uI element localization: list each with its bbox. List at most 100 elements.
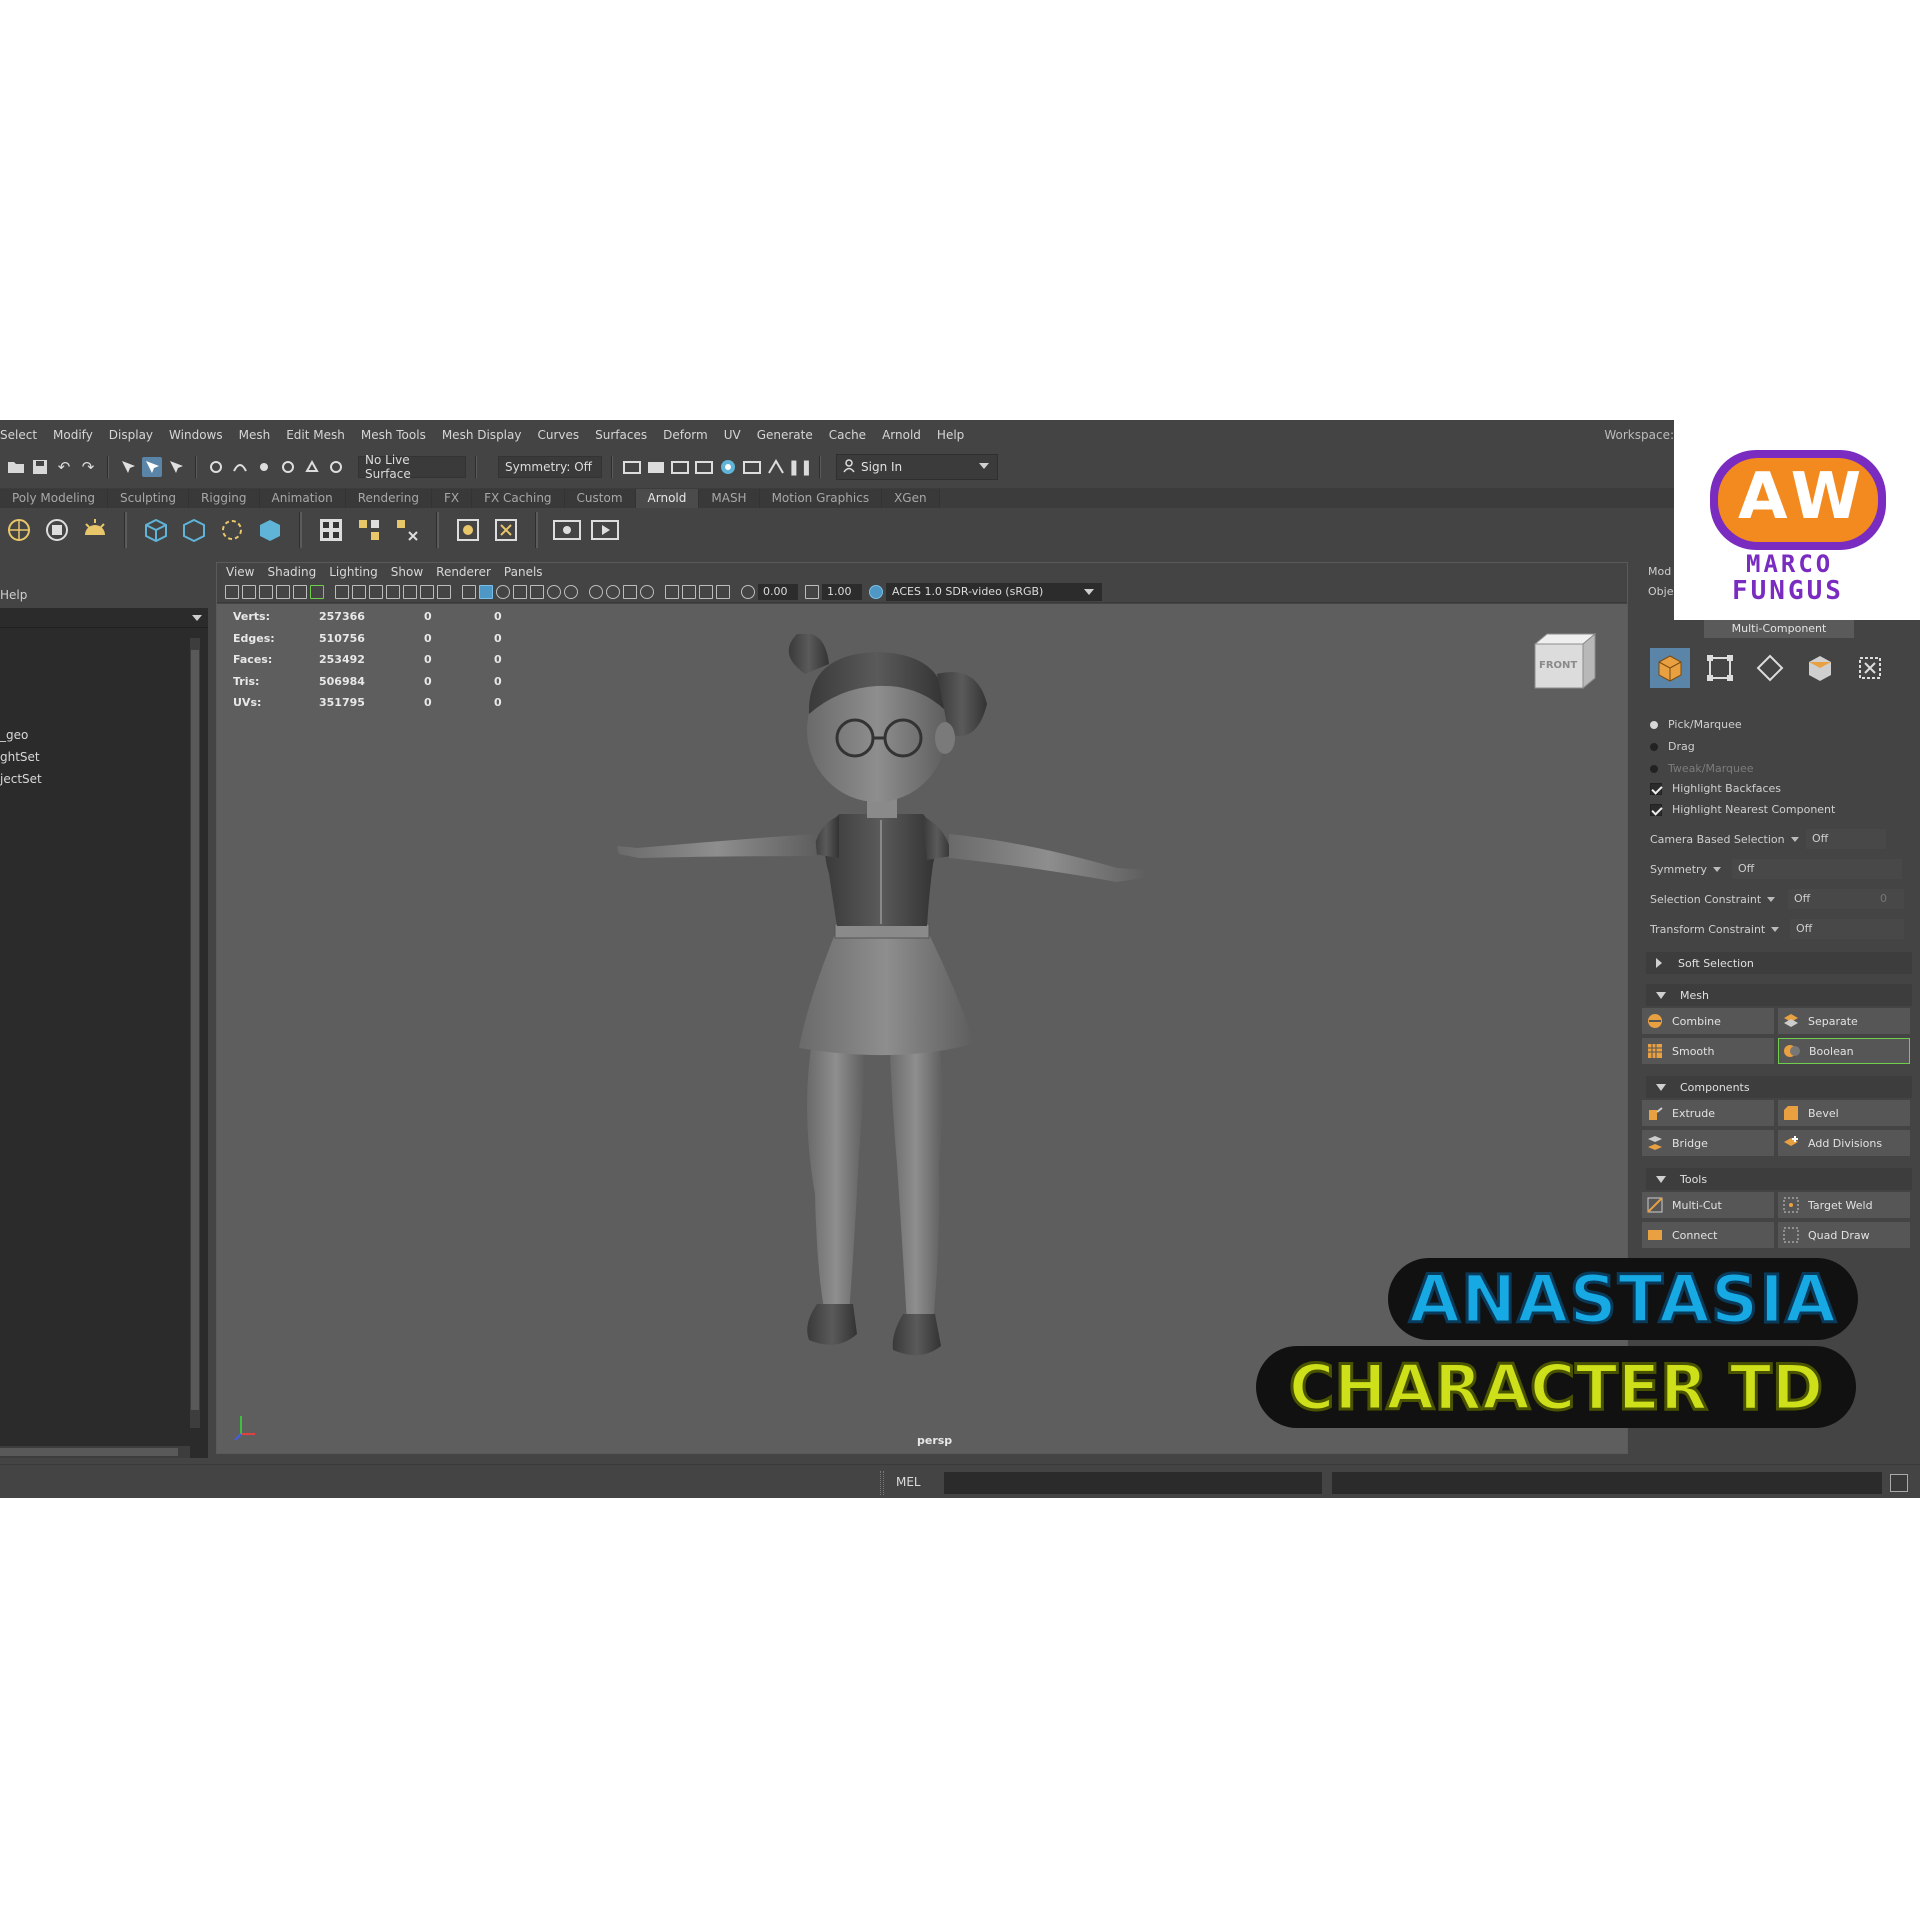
select-component-icon[interactable] <box>166 457 186 477</box>
gamma-field[interactable]: 1.00 <box>822 583 862 600</box>
camera-based-selection-row[interactable]: Camera Based Selection Off <box>1646 828 1912 850</box>
viewport-menu-shading[interactable]: Shading <box>267 565 316 579</box>
grid-icon[interactable] <box>335 584 349 599</box>
xray-components-icon[interactable] <box>716 584 730 599</box>
command-line-grip[interactable] <box>880 1471 884 1495</box>
open-folder-icon[interactable] <box>6 457 26 477</box>
volume-icon[interactable] <box>217 515 247 545</box>
tab-fx-caching[interactable]: FX Caching <box>472 489 565 508</box>
ambient-occlusion-icon[interactable] <box>589 584 603 599</box>
separate-button[interactable]: Separate <box>1778 1008 1910 1034</box>
snap-view-plane-icon[interactable] <box>278 457 298 477</box>
skydome-light-icon[interactable] <box>80 515 110 545</box>
menu-generate[interactable]: Generate <box>749 428 821 442</box>
film-gate-icon[interactable] <box>352 584 366 599</box>
render-settings-icon[interactable] <box>694 457 714 477</box>
bridge-button[interactable]: Bridge <box>1642 1130 1774 1156</box>
safe-title-icon[interactable] <box>437 584 451 599</box>
render-icon[interactable] <box>622 457 642 477</box>
grease-pencil-icon[interactable] <box>310 584 324 599</box>
radio-button[interactable] <box>1650 720 1658 729</box>
tab-custom[interactable]: Custom <box>564 489 636 508</box>
character-model[interactable] <box>577 634 1197 1394</box>
view-cube[interactable]: FRONT <box>1531 632 1601 694</box>
render-view-icon[interactable] <box>742 457 762 477</box>
field-chart-icon[interactable] <box>403 584 417 599</box>
viewport-menu-view[interactable]: View <box>226 565 254 579</box>
exposure-field[interactable]: 0.00 <box>758 583 798 600</box>
viewport-menu-panels[interactable]: Panels <box>504 565 543 579</box>
select-hierarchy-icon[interactable] <box>118 457 138 477</box>
scrollbar-thumb[interactable] <box>0 1448 178 1456</box>
view-transform-dropdown[interactable]: ACES 1.0 SDR-video (sRGB) <box>886 582 1102 601</box>
camera-icon[interactable] <box>225 584 239 599</box>
scrollbar-thumb[interactable] <box>191 650 199 1410</box>
remove-checker-icon[interactable] <box>392 515 422 545</box>
menu-cache[interactable]: Cache <box>821 428 874 442</box>
transform-constraint-value[interactable]: Off <box>1790 919 1904 939</box>
arnold-render-play-icon[interactable] <box>590 515 620 545</box>
symmetry-field[interactable]: Symmetry: Off <box>498 456 602 478</box>
shadows-icon[interactable] <box>564 584 578 599</box>
extrude-button[interactable]: Extrude <box>1642 1100 1774 1126</box>
mel-label[interactable]: MEL <box>896 1475 921 1489</box>
xray-icon[interactable] <box>682 584 696 599</box>
highlight-backfaces-option[interactable]: Highlight Backfaces <box>1650 782 1781 795</box>
bevel-button[interactable]: Bevel <box>1778 1100 1910 1126</box>
menu-arnold[interactable]: Arnold <box>874 428 929 442</box>
default-material-icon[interactable] <box>496 584 510 599</box>
components-section[interactable]: Components <box>1646 1076 1912 1098</box>
save-icon[interactable] <box>30 457 50 477</box>
snap-grid-icon[interactable] <box>206 457 226 477</box>
target-weld-button[interactable]: Target Weld <box>1778 1192 1910 1218</box>
vertex-mode-icon[interactable] <box>1700 648 1740 688</box>
viewport-menu-lighting[interactable]: Lighting <box>329 565 378 579</box>
color-management-icon[interactable] <box>869 584 883 599</box>
wireframe-icon[interactable] <box>462 584 476 599</box>
uv-mode-icon[interactable] <box>1850 648 1890 688</box>
combine-button[interactable]: Combine <box>1642 1008 1774 1034</box>
ipr-render-icon[interactable] <box>646 457 666 477</box>
multi-component-label[interactable]: Multi-Component <box>1704 620 1854 638</box>
tab-poly-modeling[interactable]: Poly Modeling <box>0 489 108 508</box>
menu-edit-mesh[interactable]: Edit Mesh <box>278 428 353 442</box>
tweak-marquee-option[interactable]: Tweak/Marquee <box>1650 762 1754 775</box>
pause-icon[interactable]: ❚❚ <box>787 457 812 477</box>
outliner-help-menu[interactable]: Help <box>0 588 27 602</box>
menu-curves[interactable]: Curves <box>529 428 587 442</box>
live-surface-field[interactable]: No Live Surface <box>358 453 466 481</box>
selection-constraint-row[interactable]: Selection Constraint Off 0 <box>1646 888 1912 910</box>
quad-draw-button[interactable]: Quad Draw <box>1778 1222 1910 1248</box>
tab-motion-graphics[interactable]: Motion Graphics <box>759 489 883 508</box>
tab-rigging[interactable]: Rigging <box>189 489 260 508</box>
resolution-gate-icon[interactable] <box>369 584 383 599</box>
curve-collector-icon[interactable] <box>255 515 285 545</box>
isolate-select-icon[interactable] <box>665 584 679 599</box>
menu-help[interactable]: Help <box>929 428 972 442</box>
symmetry-row[interactable]: Symmetry Off <box>1646 858 1912 880</box>
object-mode-icon[interactable] <box>1650 648 1690 688</box>
camera-based-selection-value[interactable]: Off <box>1806 829 1886 849</box>
exposure-icon[interactable] <box>741 584 755 599</box>
snap-curve-icon[interactable] <box>230 457 250 477</box>
transform-constraint-row[interactable]: Transform Constraint Off <box>1646 918 1912 940</box>
gamma-icon[interactable] <box>805 584 819 599</box>
safe-action-icon[interactable] <box>420 584 434 599</box>
xray-joints-icon[interactable] <box>699 584 713 599</box>
ipr-icon[interactable] <box>670 457 690 477</box>
area-light-icon[interactable] <box>4 515 34 545</box>
menu-mesh-tools[interactable]: Mesh Tools <box>353 428 434 442</box>
outliner-vertical-scrollbar[interactable] <box>190 638 200 1428</box>
command-input[interactable] <box>944 1472 1322 1494</box>
use-all-lights-icon[interactable] <box>547 584 561 599</box>
anti-aliasing-icon[interactable] <box>623 584 637 599</box>
tab-fx[interactable]: FX <box>431 489 473 508</box>
boolean-button[interactable]: Boolean <box>1778 1038 1910 1064</box>
mesh-section[interactable]: Mesh <box>1646 984 1912 1006</box>
texture-checker-icon[interactable] <box>354 515 384 545</box>
menu-mesh-display[interactable]: Mesh Display <box>434 428 530 442</box>
radio-button[interactable] <box>1650 742 1658 751</box>
checker-texture-icon[interactable] <box>316 515 346 545</box>
tab-xgen[interactable]: XGen <box>882 489 940 508</box>
face-mode-icon[interactable] <box>1800 648 1840 688</box>
